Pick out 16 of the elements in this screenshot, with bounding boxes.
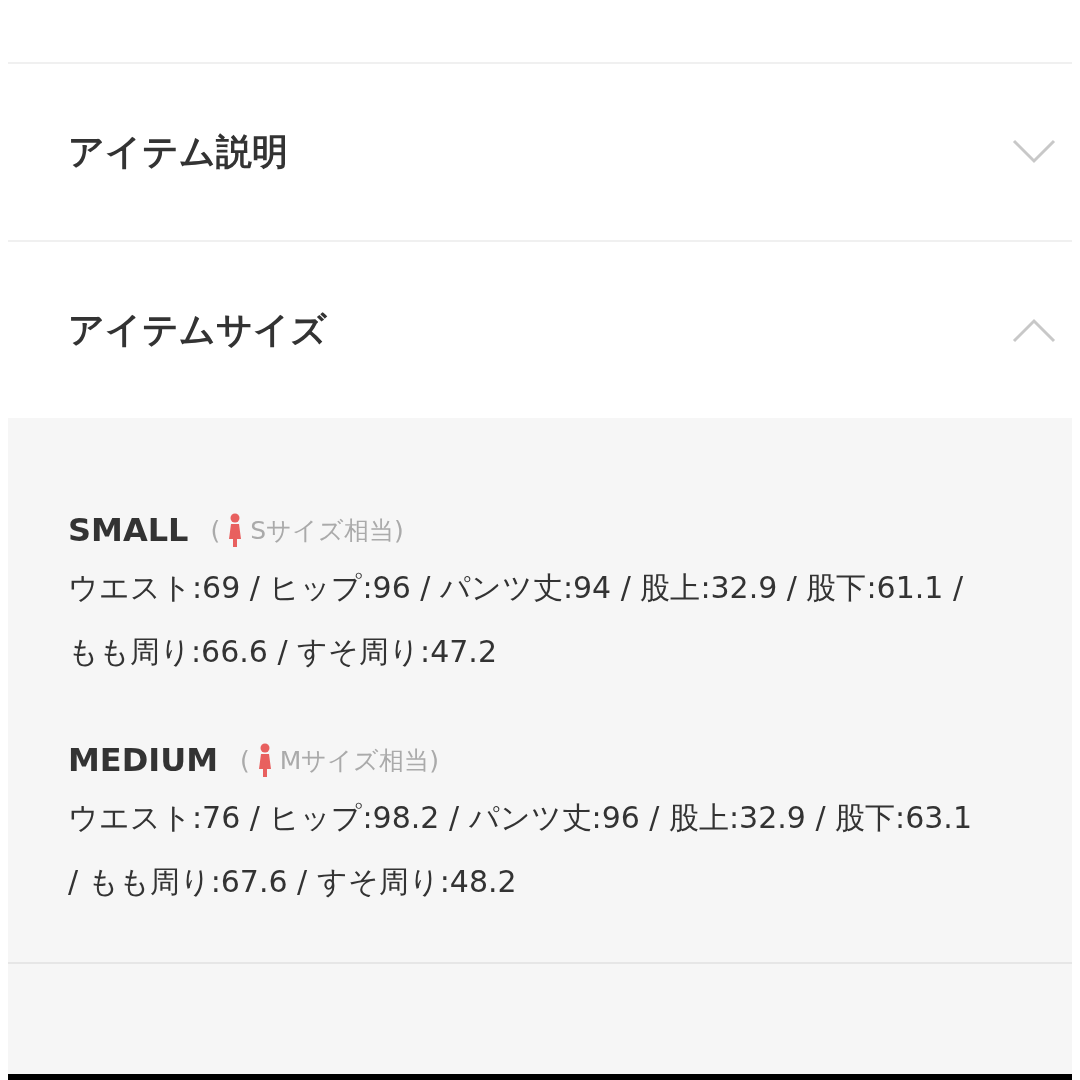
size-name: MEDIUM xyxy=(68,741,218,779)
chevron-down-icon[interactable] xyxy=(1012,139,1056,165)
paren-text: ( xyxy=(240,745,250,775)
section-title: アイテムサイズ xyxy=(68,307,327,352)
accordion-header[interactable]: アイテムサイズ xyxy=(8,242,1072,418)
measurements-text: ウエスト:69 / ヒップ:96 / パンツ丈:94 / 股上:32.9 / 股下:61.1 / もも周り:66.6 / すそ周り:47.2 xyxy=(68,569,964,671)
section-title: アイテム説明 xyxy=(68,129,288,174)
size-note: Mサイズ相当) xyxy=(279,744,440,777)
chevron-up-icon[interactable] xyxy=(1012,317,1056,343)
woman-icon xyxy=(228,513,243,547)
paren-text: ( xyxy=(210,515,221,545)
size-name: SMALL xyxy=(68,511,189,549)
woman-icon xyxy=(257,743,272,777)
accordion-header[interactable]: アイテム説明 xyxy=(8,64,1072,242)
size-note: Sサイズ相当) xyxy=(250,514,404,547)
measurements-text: ウエスト:76 / ヒップ:98.2 / パンツ丈:96 / 股上:32.9 / 股下:63.1 / もも周り:67.6 / すそ周り:48.2 xyxy=(68,799,973,901)
